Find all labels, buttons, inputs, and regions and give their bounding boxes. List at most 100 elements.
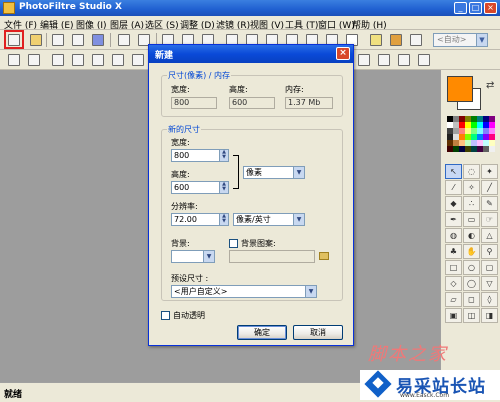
shape4-icon[interactable]: ▣ bbox=[445, 308, 462, 323]
resolution-input[interactable]: 72.00 ▲ ▼ bbox=[171, 213, 229, 226]
ok-button[interactable]: 确定 bbox=[237, 325, 287, 340]
cancel-button[interactable]: 取消 bbox=[293, 325, 343, 340]
lasso-select-icon[interactable]: ◯ bbox=[463, 276, 480, 291]
clone-icon[interactable]: ♣ bbox=[445, 244, 462, 259]
zoom-select[interactable]: <自动> ▼ bbox=[433, 33, 488, 47]
shape1-icon[interactable]: ▱ bbox=[445, 292, 462, 307]
filter-tool-7[interactable] bbox=[130, 52, 146, 68]
bucket-icon[interactable]: ◆ bbox=[445, 196, 462, 211]
eraser-icon[interactable]: ▭ bbox=[463, 212, 480, 227]
color-palette[interactable] bbox=[447, 116, 497, 152]
shape2-icon[interactable]: ◻ bbox=[463, 292, 480, 307]
triangle-icon[interactable]: ▽ bbox=[481, 276, 498, 291]
folder-open-icon bbox=[30, 34, 42, 46]
sharpen-icon[interactable]: △ bbox=[481, 228, 498, 243]
rect-icon[interactable]: □ bbox=[445, 260, 462, 275]
eyedropper-icon[interactable]: ⁄ bbox=[445, 180, 462, 195]
shape5-icon[interactable]: ◫ bbox=[463, 308, 480, 323]
open-button[interactable] bbox=[28, 32, 44, 48]
swap-colors-icon[interactable]: ⇄ bbox=[486, 80, 494, 91]
resolution-unit-select[interactable]: 像素/英寸 ▼ bbox=[233, 213, 305, 226]
folder-icon[interactable] bbox=[319, 252, 329, 260]
lasso-icon[interactable]: ◌ bbox=[463, 164, 480, 179]
background-color-select[interactable]: ▼ bbox=[171, 250, 215, 263]
watermark-logo-box: 易采站长站 www.Easck.Com bbox=[360, 370, 500, 400]
filter-tool-6[interactable] bbox=[110, 52, 126, 68]
size-memory-group-label: 尺寸(像素) / 内存 bbox=[167, 70, 232, 81]
filter-tool-1[interactable] bbox=[6, 52, 22, 68]
dialog-title: 新建 bbox=[155, 51, 174, 61]
ellipse-icon[interactable]: ○ bbox=[463, 260, 480, 275]
menu-bar: 文件 (F) 编辑 (E) 图像 (I) 图层 (A) 选区 (S) 调整 (D… bbox=[0, 16, 500, 31]
height-stepper[interactable]: ▲ ▼ bbox=[219, 182, 228, 193]
plugin-button[interactable] bbox=[408, 32, 424, 48]
memory-readonly: 1.37 Mb bbox=[285, 97, 333, 109]
shape3-icon[interactable]: ◊ bbox=[481, 292, 498, 307]
drop-icon[interactable]: ◐ bbox=[463, 228, 480, 243]
new-file-button[interactable] bbox=[4, 30, 24, 49]
watermark-url: www.Easck.Com bbox=[400, 392, 450, 399]
chevron-down-icon: ▼ bbox=[222, 218, 226, 224]
filter-icon bbox=[398, 54, 410, 66]
background-pattern-checkbox[interactable] bbox=[229, 239, 238, 248]
spray-icon[interactable]: ∴ bbox=[463, 196, 480, 211]
filter-tool-4[interactable] bbox=[70, 52, 86, 68]
save-icon bbox=[52, 34, 64, 46]
preset-select[interactable]: <用户自定义> ▼ bbox=[171, 285, 317, 298]
hand-icon[interactable]: ✋ bbox=[463, 244, 480, 259]
width-value: 800 bbox=[174, 151, 190, 160]
wand-icon[interactable]: ✧ bbox=[463, 180, 480, 195]
resolution-unit-value: 像素/英寸 bbox=[236, 215, 271, 224]
pattern-path-field bbox=[229, 250, 315, 263]
smudge-icon[interactable]: ☞ bbox=[481, 212, 498, 227]
filter-icon bbox=[358, 54, 370, 66]
plugin-icon bbox=[410, 34, 422, 46]
preset-value: <用户自定义> bbox=[174, 287, 228, 296]
unit-select[interactable]: 像素 ▼ bbox=[243, 166, 305, 179]
filter-icon bbox=[112, 54, 124, 66]
foreground-color-swatch[interactable] bbox=[447, 76, 473, 102]
filter-tool-3[interactable] bbox=[50, 52, 66, 68]
magic-wand-icon[interactable]: ✦ bbox=[481, 164, 498, 179]
filter-tool-11[interactable] bbox=[416, 52, 432, 68]
minimize-button[interactable]: _ bbox=[454, 2, 467, 14]
print-button[interactable] bbox=[70, 32, 86, 48]
maximize-button[interactable]: □ bbox=[469, 2, 482, 14]
brand-logo-icon bbox=[364, 370, 392, 398]
filter-tool-2[interactable] bbox=[26, 52, 42, 68]
filter-icon bbox=[52, 54, 64, 66]
shape6-icon[interactable]: ◨ bbox=[481, 308, 498, 323]
resolution-stepper[interactable]: ▲ ▼ bbox=[219, 214, 228, 225]
unit-value: 像素 bbox=[246, 168, 262, 177]
memory-label: 内存: bbox=[285, 85, 304, 94]
dialog-title-bar: 新建 × bbox=[149, 45, 353, 63]
filter-tool-8[interactable] bbox=[356, 52, 372, 68]
dialog-close-button[interactable]: × bbox=[336, 47, 350, 60]
height-label: 高度: bbox=[229, 85, 248, 94]
zoom-icon[interactable]: ⚲ bbox=[481, 244, 498, 259]
brush-icon[interactable]: ✎ bbox=[481, 196, 498, 211]
width-input[interactable]: 800 ▲ ▼ bbox=[171, 149, 229, 162]
filter-tool-9[interactable] bbox=[376, 52, 392, 68]
width-stepper[interactable]: ▲ ▼ bbox=[219, 150, 228, 161]
background-pattern-label: 背景图案: bbox=[241, 239, 276, 248]
select-arrow-icon[interactable]: ↖ bbox=[445, 164, 462, 179]
magic-wand-button[interactable] bbox=[368, 32, 384, 48]
blur-icon[interactable]: ◍ bbox=[445, 228, 462, 243]
height-input[interactable]: 600 ▲ ▼ bbox=[171, 181, 229, 194]
filter-tool-10[interactable] bbox=[396, 52, 412, 68]
filter-icon bbox=[28, 54, 40, 66]
line-icon[interactable]: ╱ bbox=[481, 180, 498, 195]
auto-transparent-checkbox[interactable] bbox=[161, 311, 170, 320]
close-window-button[interactable]: × bbox=[484, 2, 497, 14]
rounded-rect-icon[interactable]: ▢ bbox=[481, 260, 498, 275]
undo-button[interactable] bbox=[116, 32, 132, 48]
stamp-button[interactable] bbox=[388, 32, 404, 48]
wand-icon bbox=[370, 34, 382, 46]
undo-icon bbox=[118, 34, 130, 46]
save-button[interactable] bbox=[50, 32, 66, 48]
filter-tool-5[interactable] bbox=[90, 52, 106, 68]
scan-button[interactable] bbox=[90, 32, 106, 48]
polygon-icon[interactable]: ◇ bbox=[445, 276, 462, 291]
pen-icon[interactable]: ✒ bbox=[445, 212, 462, 227]
